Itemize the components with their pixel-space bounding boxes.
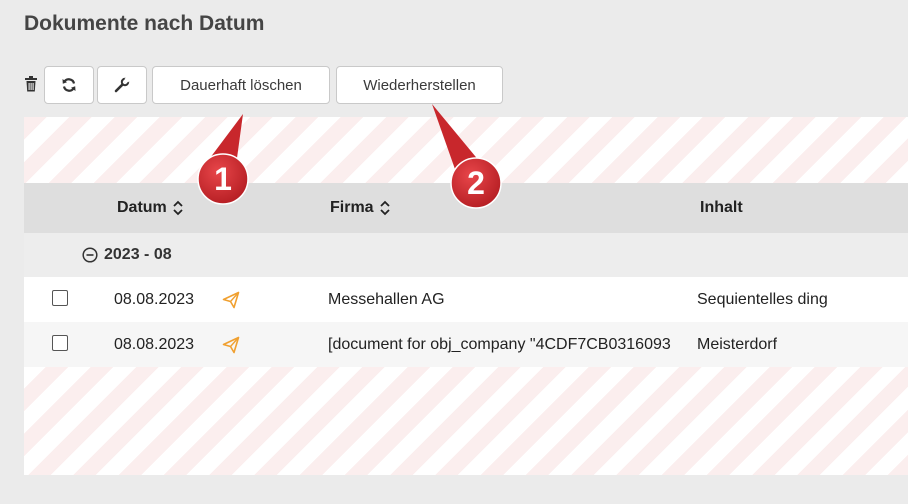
wrench-icon [114, 77, 130, 93]
send-icon[interactable] [222, 322, 240, 367]
column-header-company-label: Firma [330, 199, 374, 216]
restore-button[interactable]: Wiederherstellen [336, 66, 503, 104]
sort-icon [379, 200, 390, 216]
group-row[interactable]: 2023 - 08 [24, 233, 908, 277]
callout-number-2: 2 [467, 165, 485, 201]
row-content: Meisterdorf [697, 335, 778, 353]
row-date: 08.08.2023 [114, 290, 195, 308]
column-header-date[interactable]: Datum [117, 183, 184, 233]
trash-icon[interactable] [24, 76, 38, 92]
refresh-icon [62, 78, 76, 92]
send-icon[interactable] [222, 277, 240, 322]
row-checkbox[interactable] [52, 290, 68, 306]
column-header-date-label: Datum [117, 199, 167, 216]
collapse-icon[interactable] [82, 247, 98, 263]
callout-number-1: 1 [214, 161, 232, 197]
callout-marker-2: 2 [432, 104, 502, 209]
page-title: Dokumente nach Datum [24, 12, 265, 35]
row-company: Messehallen AG [328, 290, 445, 308]
sort-icon [173, 200, 183, 216]
callout-marker-1: 1 [197, 114, 249, 205]
row-company: [document for obj_company "4CDF7CB031609… [328, 335, 671, 353]
column-header-company[interactable]: Firma [330, 183, 391, 233]
column-header-content-label: Inhalt [700, 199, 743, 216]
row-content: Sequientelles ding [697, 290, 828, 308]
settings-button[interactable] [97, 66, 147, 104]
row-date: 08.08.2023 [114, 335, 195, 353]
table-row[interactable]: 08.08.2023 [document for obj_company "4C… [24, 322, 908, 367]
refresh-button[interactable] [44, 66, 94, 104]
column-header-content[interactable]: Inhalt [700, 183, 743, 233]
table-row[interactable]: 08.08.2023 Messehallen AG Sequientelles … [24, 277, 908, 322]
delete-permanently-button[interactable]: Dauerhaft löschen [152, 66, 330, 104]
row-checkbox[interactable] [52, 335, 68, 351]
group-label: 2023 - 08 [104, 246, 172, 263]
